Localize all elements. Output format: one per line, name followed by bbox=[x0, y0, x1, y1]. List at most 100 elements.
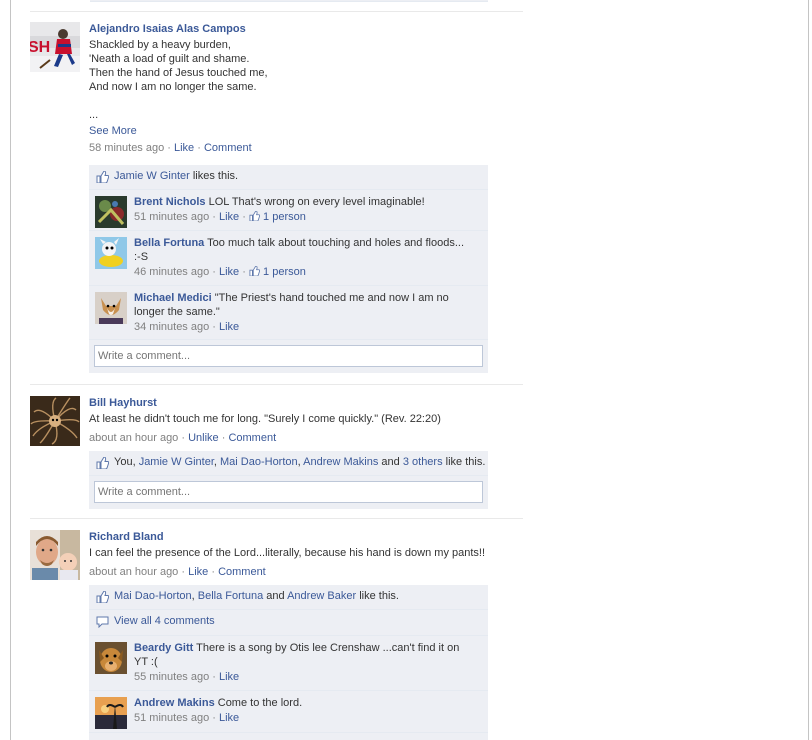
comment: Brent Nichols LOL That's wrong on every … bbox=[89, 190, 488, 231]
see-more-link[interactable]: See More bbox=[89, 125, 489, 137]
comment-text-block: Bella Fortuna Too much talk about touchi… bbox=[134, 236, 483, 264]
liker-link[interactable]: Mai Dao-Horton bbox=[114, 590, 192, 602]
feedback-box: Mai Dao-Horton, Bella Fortuna and Andrew… bbox=[89, 585, 488, 740]
comment-link[interactable]: Comment bbox=[228, 432, 276, 444]
story-body: Alejandro Isaias Alas Campos Shackled by… bbox=[89, 23, 489, 154]
thumbs-up-icon bbox=[96, 591, 109, 603]
commenter-avatar[interactable] bbox=[95, 642, 127, 674]
comment-like-link[interactable]: Like bbox=[219, 321, 239, 333]
view-all-comments-link[interactable]: View all 4 comments bbox=[114, 615, 215, 627]
page-left-border bbox=[10, 0, 11, 740]
message-line: And now I am no longer the same. bbox=[89, 81, 257, 93]
message-line: Shackled by a heavy burden, bbox=[89, 39, 231, 51]
commenter-avatar[interactable] bbox=[95, 196, 127, 228]
commenter-avatar[interactable] bbox=[95, 697, 127, 729]
comment-text-block: Andrew Makins Come to the lord. bbox=[134, 696, 483, 710]
comment-like-link[interactable]: Like bbox=[219, 671, 239, 683]
comment-input[interactable] bbox=[94, 345, 483, 367]
avatar[interactable]: SH bbox=[30, 22, 80, 72]
previous-story-ufi-edge bbox=[90, 0, 488, 2]
message-line: Then the hand of Jesus touched me, bbox=[89, 67, 268, 79]
timestamp[interactable]: about an hour ago bbox=[89, 566, 178, 578]
comment-time[interactable]: 51 minutes ago bbox=[134, 211, 209, 223]
comment-time[interactable]: 51 minutes ago bbox=[134, 712, 209, 724]
comment-link[interactable]: Comment bbox=[218, 566, 266, 578]
story-divider bbox=[30, 518, 523, 519]
write-comment-area bbox=[89, 340, 488, 373]
like-link[interactable]: Like bbox=[188, 566, 208, 578]
message-line: 'Neath a load of guilt and shame. bbox=[89, 53, 250, 65]
comment-time[interactable]: 55 minutes ago bbox=[134, 671, 209, 683]
comment-like-link[interactable]: Like bbox=[219, 712, 239, 724]
comment-text: YT :( bbox=[134, 656, 158, 668]
comment-text: There is a song by Otis lee Crenshaw ...… bbox=[196, 642, 460, 654]
story-body: Richard Bland I can feel the presence of… bbox=[89, 531, 509, 578]
story-meta: about an hour ago · Like · Comment bbox=[89, 566, 266, 578]
commenter-name[interactable]: Beardy Gitt bbox=[134, 642, 193, 654]
commenter-name[interactable]: Michael Medici bbox=[134, 292, 212, 304]
liker-link[interactable]: Bella Fortuna bbox=[198, 590, 263, 602]
liker-link[interactable]: Andrew Makins bbox=[303, 456, 378, 468]
comment-text: :-S bbox=[134, 251, 149, 263]
comment-link[interactable]: Comment bbox=[204, 142, 252, 154]
liker-link[interactable]: Jamie W Ginter bbox=[139, 456, 214, 468]
comment-like-link[interactable]: Like bbox=[219, 211, 239, 223]
story-body: Bill Hayhurst At least he didn't touch m… bbox=[89, 397, 509, 444]
likes-and: and bbox=[266, 590, 285, 602]
comment-text: longer the same." bbox=[134, 306, 220, 318]
comment: Michael Medici "The Priest's hand touche… bbox=[89, 286, 488, 340]
avatar[interactable] bbox=[30, 396, 80, 446]
likes-suffix: likes this. bbox=[192, 170, 239, 182]
comment: Beardy Gitt There is a song by Otis lee … bbox=[89, 636, 488, 691]
comment-meta: 55 minutes ago · Like bbox=[134, 671, 240, 683]
comment-input[interactable] bbox=[94, 481, 483, 503]
timestamp[interactable]: 58 minutes ago bbox=[89, 142, 164, 154]
comment-text-block: Michael Medici "The Priest's hand touche… bbox=[134, 291, 483, 319]
like-link[interactable]: Like bbox=[174, 142, 194, 154]
story-author[interactable]: Alejandro Isaias Alas Campos bbox=[89, 23, 489, 35]
liker-link[interactable]: Jamie W Ginter bbox=[114, 170, 190, 182]
thumbs-up-icon bbox=[96, 171, 109, 183]
commenter-name[interactable]: Andrew Makins bbox=[134, 697, 215, 709]
likes-suffix: like this. bbox=[359, 590, 399, 602]
comment-text: Too much talk about touching and holes a… bbox=[207, 237, 464, 249]
likes-row: You, Jamie W Ginter, Mai Dao-Horton, And… bbox=[89, 451, 488, 476]
feedback-box-continuation bbox=[89, 733, 488, 740]
comment-like-link[interactable]: Like bbox=[219, 266, 239, 278]
thumbs-up-icon bbox=[249, 211, 260, 221]
comment-time[interactable]: 34 minutes ago bbox=[134, 321, 209, 333]
comment-text-block: Beardy Gitt There is a song by Otis lee … bbox=[134, 641, 483, 669]
likes-row: Jamie W Ginter likes this. bbox=[89, 165, 488, 190]
view-all-comments-row[interactable]: View all 4 comments bbox=[89, 610, 488, 636]
liker-link[interactable]: Mai Dao-Horton bbox=[220, 456, 298, 468]
story-author[interactable]: Bill Hayhurst bbox=[89, 397, 509, 409]
story-author[interactable]: Richard Bland bbox=[89, 531, 509, 543]
likes-and: and bbox=[381, 456, 400, 468]
timestamp[interactable]: about an hour ago bbox=[89, 432, 178, 444]
comment-likes-count[interactable]: 1 person bbox=[263, 266, 306, 278]
likes-others-link[interactable]: 3 others bbox=[403, 456, 443, 468]
story-divider bbox=[30, 11, 523, 12]
svg-text:SH: SH bbox=[30, 39, 50, 56]
comment-likes-count[interactable]: 1 person bbox=[263, 211, 306, 223]
story-message: Shackled by a heavy burden, 'Neath a loa… bbox=[89, 38, 489, 122]
likes-row: Mai Dao-Horton, Bella Fortuna and Andrew… bbox=[89, 585, 488, 610]
comment-text: "The Priest's hand touched me and now I … bbox=[214, 292, 449, 304]
comment-text-block: Brent Nichols LOL That's wrong on every … bbox=[134, 195, 483, 209]
likes-suffix: like this. bbox=[445, 456, 486, 468]
commenter-avatar[interactable] bbox=[95, 237, 127, 269]
thumbs-up-icon bbox=[96, 457, 109, 469]
story-meta: 58 minutes ago · Like · Comment bbox=[89, 142, 252, 154]
comment-meta: 51 minutes ago · Like bbox=[134, 712, 240, 724]
commenter-avatar[interactable] bbox=[95, 292, 127, 324]
commenter-name[interactable]: Bella Fortuna bbox=[134, 237, 204, 249]
avatar[interactable] bbox=[30, 530, 80, 580]
liker-link[interactable]: Andrew Baker bbox=[287, 590, 356, 602]
unlike-link[interactable]: Unlike bbox=[188, 432, 219, 444]
comment: Andrew Makins Come to the lord. 51 minut… bbox=[89, 691, 488, 733]
comment-text: Come to the lord. bbox=[217, 697, 303, 709]
comment-meta: 51 minutes ago · Like · 1 person bbox=[134, 211, 306, 223]
comment-time[interactable]: 46 minutes ago bbox=[134, 266, 209, 278]
commenter-name[interactable]: Brent Nichols bbox=[134, 196, 206, 208]
feedback-box: Jamie W Ginter likes this. Brent Nichols… bbox=[89, 165, 488, 373]
